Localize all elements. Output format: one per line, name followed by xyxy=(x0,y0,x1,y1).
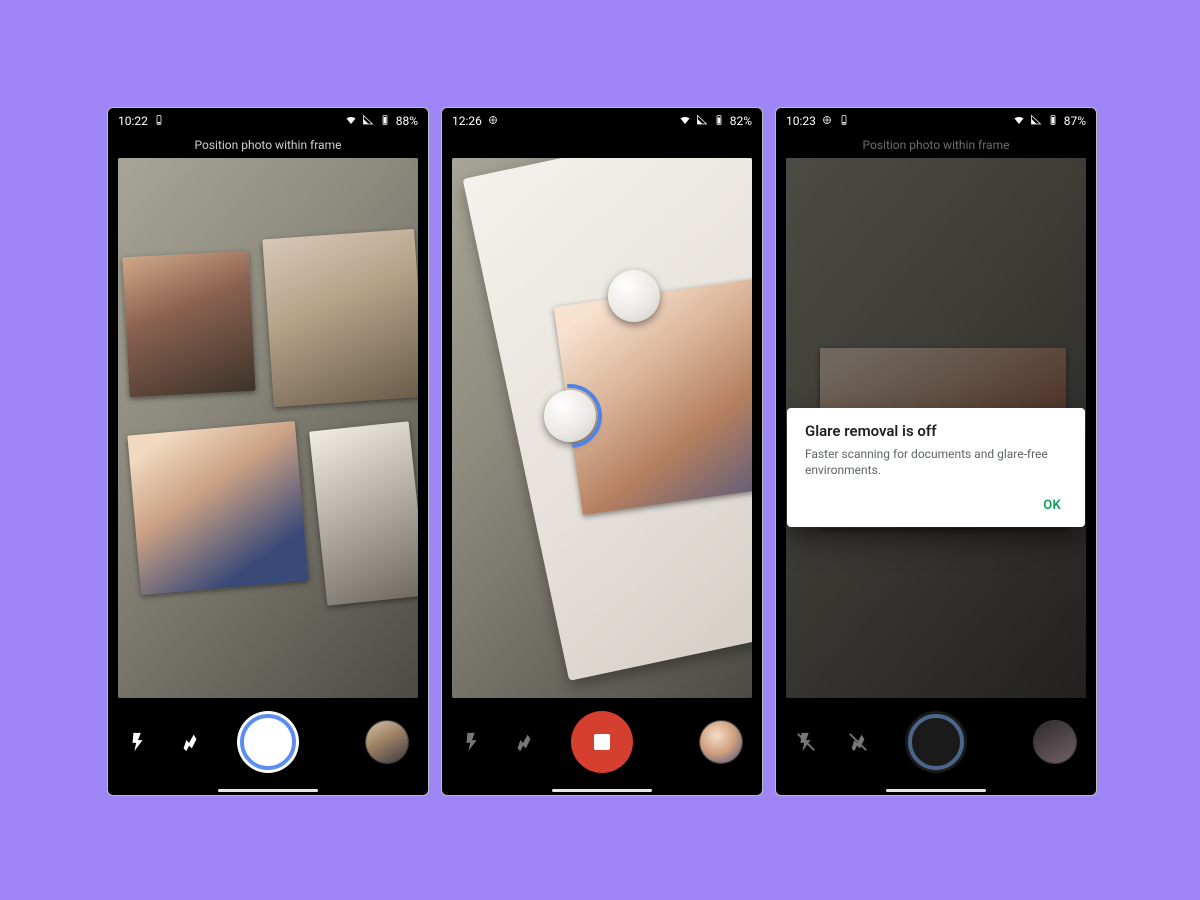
wifi-icon xyxy=(1013,114,1025,129)
battery-icon xyxy=(713,114,725,129)
photo-in-frame xyxy=(262,229,418,407)
battery-percent: 88% xyxy=(396,114,418,128)
viewfinder-hint: Position photo within frame xyxy=(108,134,428,156)
shutter-button[interactable] xyxy=(237,711,299,773)
flash-button xyxy=(460,730,484,754)
status-app-icon xyxy=(821,114,833,129)
viewfinder-hint: Position photo within frame xyxy=(776,134,1096,156)
wifi-icon xyxy=(345,114,357,129)
dialog-title: Glare removal is off xyxy=(805,422,1067,440)
status-app-icon xyxy=(838,114,850,129)
photo-in-frame xyxy=(127,421,308,595)
flash-button[interactable] xyxy=(126,730,150,754)
home-indicator[interactable] xyxy=(552,789,652,792)
status-bar: 10:23 87% xyxy=(776,108,1096,134)
home-indicator[interactable] xyxy=(218,789,318,792)
viewfinder-hint xyxy=(442,134,762,156)
dialog-body: Faster scanning for documents and glare-… xyxy=(805,446,1067,478)
toolbar-tools xyxy=(460,730,536,754)
bottom-toolbar xyxy=(776,697,1096,787)
bottom-toolbar xyxy=(442,697,762,787)
toolbar-tools xyxy=(126,730,202,754)
signal-icon xyxy=(696,114,708,129)
screenshot-canvas: 10:22 88% Position photo within frame xyxy=(0,0,1200,900)
dialog-ok-button[interactable]: OK xyxy=(1037,492,1067,519)
toolbar-tools xyxy=(794,730,870,754)
wifi-icon xyxy=(679,114,691,129)
stop-scan-button[interactable] xyxy=(571,711,633,773)
phone-1: 10:22 88% Position photo within frame xyxy=(107,107,429,796)
status-time: 10:22 xyxy=(118,114,148,128)
glare-off-dialog: Glare removal is off Faster scanning for… xyxy=(787,408,1085,527)
gallery-thumbnail[interactable] xyxy=(1034,721,1076,763)
glare-removal-button[interactable] xyxy=(178,730,202,754)
status-time: 10:23 xyxy=(786,114,816,128)
bottom-toolbar xyxy=(108,697,428,787)
photo-in-frame xyxy=(122,251,255,397)
gallery-thumbnail[interactable] xyxy=(700,721,742,763)
scan-target-active xyxy=(544,390,596,442)
gallery-thumbnail[interactable] xyxy=(366,721,408,763)
phone-2: 12:26 82% xyxy=(441,107,763,796)
home-indicator[interactable] xyxy=(886,789,986,792)
signal-icon xyxy=(1030,114,1042,129)
battery-percent: 82% xyxy=(730,114,752,128)
battery-icon xyxy=(379,114,391,129)
flash-off-button[interactable] xyxy=(794,730,818,754)
scan-target-dot xyxy=(608,270,660,322)
battery-icon xyxy=(1047,114,1059,129)
glare-removal-off-button[interactable] xyxy=(846,730,870,754)
phone-3: 10:23 87% Position photo within frame Gl… xyxy=(775,107,1097,796)
camera-viewfinder xyxy=(118,158,418,698)
status-bar: 12:26 82% xyxy=(442,108,762,134)
status-app-icon xyxy=(153,114,165,129)
status-time: 12:26 xyxy=(452,114,482,128)
battery-percent: 87% xyxy=(1064,114,1086,128)
glare-removal-button xyxy=(512,730,536,754)
camera-viewfinder xyxy=(452,158,752,698)
photo-in-frame xyxy=(309,421,418,605)
status-bar: 10:22 88% xyxy=(108,108,428,134)
shutter-button[interactable] xyxy=(905,711,967,773)
signal-icon xyxy=(362,114,374,129)
status-app-icon xyxy=(487,114,499,129)
